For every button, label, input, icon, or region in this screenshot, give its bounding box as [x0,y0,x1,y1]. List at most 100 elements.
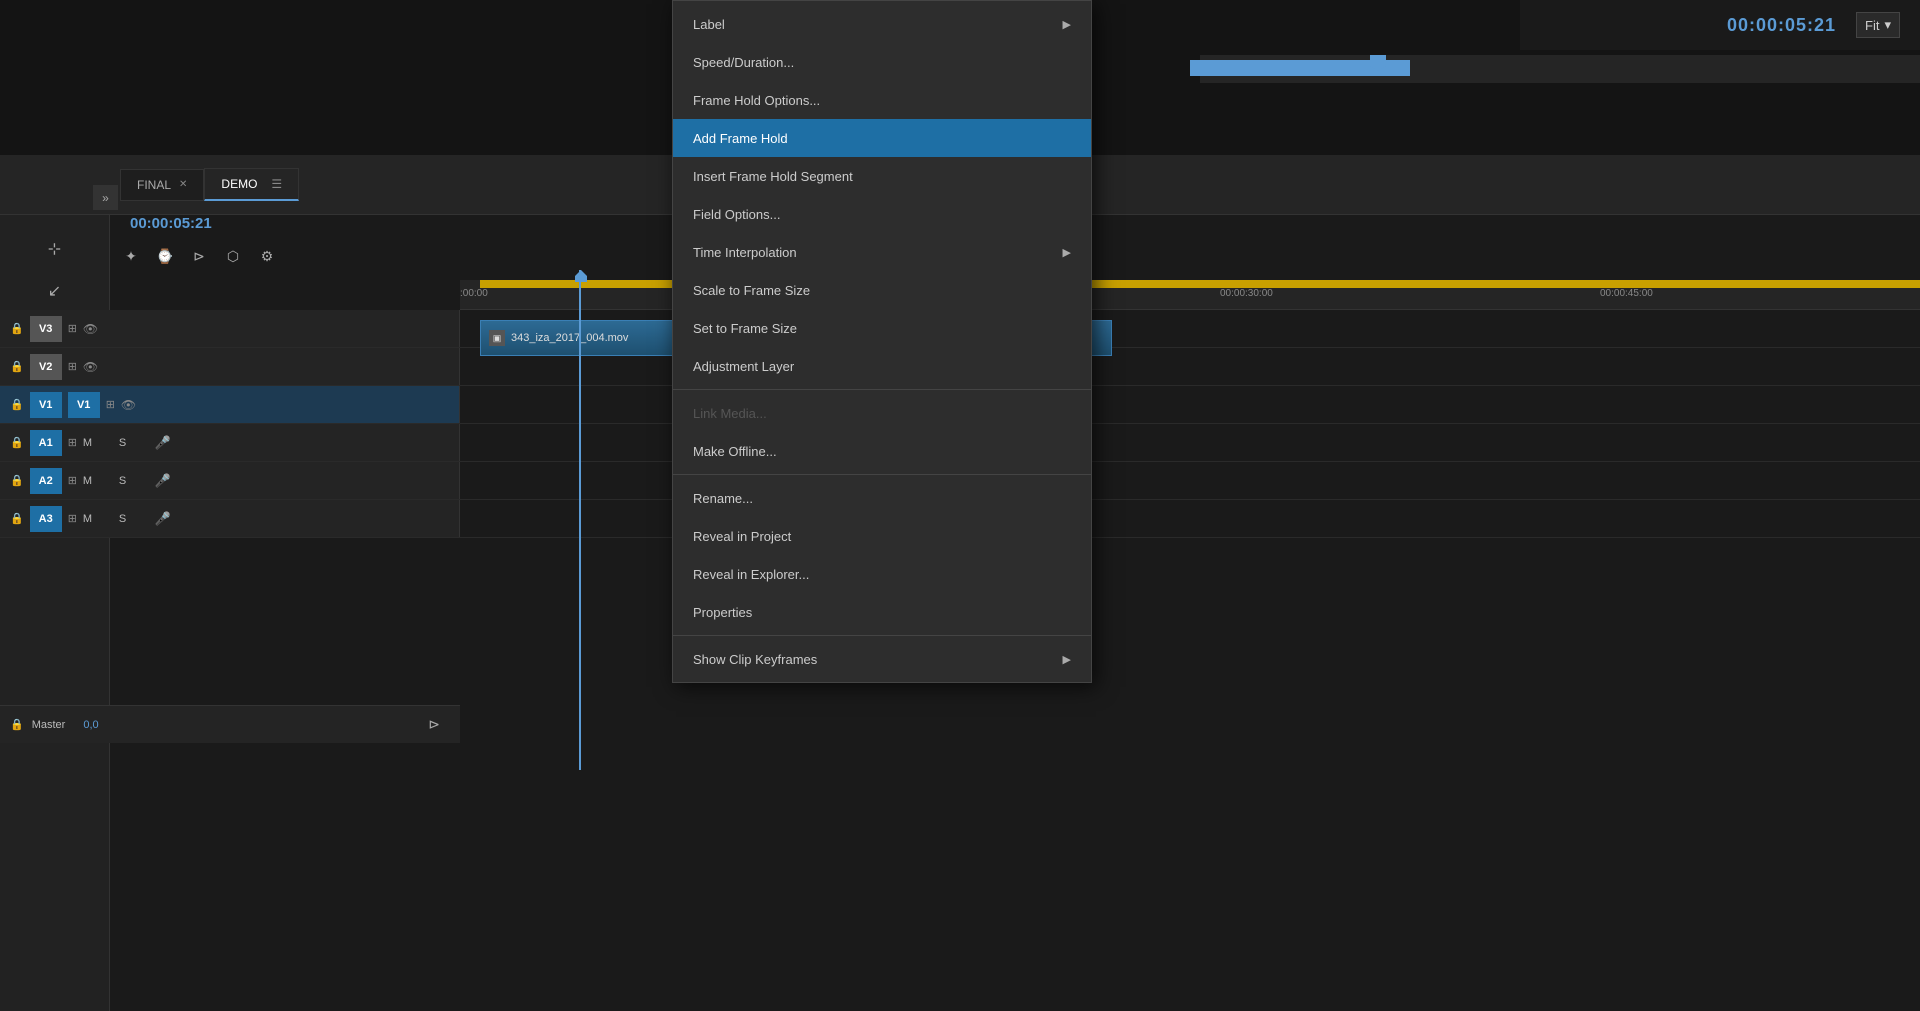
v2-sync-icon[interactable]: ⊞ [68,360,77,373]
main-timecode: 00:00:05:21 [1727,15,1836,36]
v1-eye-icon[interactable]: 👁 [121,398,136,412]
menu-rename-text: Rename... [693,491,753,506]
v2-lock-icon[interactable]: 🔒 [10,360,24,373]
a2-lock-icon[interactable]: 🔒 [10,474,24,487]
ruler-mark-1: :00:00 [460,288,488,299]
v1-sync-icon[interactable]: ⊞ [106,398,115,411]
menu-properties-text: Properties [693,605,752,620]
tool-ripple[interactable]: ↙ [35,271,75,311]
fit-label: Fit [1865,18,1879,33]
v3-track-box[interactable]: V3 [30,316,62,342]
menu-scale-to-frame-text: Scale to Frame Size [693,283,810,298]
a2-s-btn[interactable]: S [119,475,149,487]
menu-set-to-frame-text: Set to Frame Size [693,321,797,336]
timeline-tool-1[interactable]: ✦ [120,245,142,267]
v2-track-box[interactable]: V2 [30,354,62,380]
master-label: Master [32,719,66,731]
chevron-down-icon: ▾ [1884,17,1891,33]
tab-final-close[interactable]: ✕ [179,179,187,190]
timeline-tool-2[interactable]: ⌚ [154,245,176,267]
menu-make-offline-text: Make Offline... [693,444,777,459]
v3-lock-icon[interactable]: 🔒 [10,322,24,335]
timeline-tool-5[interactable]: ⚙ [256,245,278,267]
a1-sync-icon[interactable]: ⊞ [68,436,77,449]
menu-show-keyframes-arrow: ▶ [1063,653,1071,666]
menu-item-reveal-explorer[interactable]: Reveal in Explorer... [673,555,1091,593]
a3-sync-icon[interactable]: ⊞ [68,512,77,525]
v3-eye-icon[interactable]: 👁 [83,322,98,336]
a1-m-btn[interactable]: M [83,437,113,449]
menu-speed-text: Speed/Duration... [693,55,794,70]
tab-container: FINAL ✕ DEMO ☰ [120,168,299,201]
menu-item-adjustment-layer[interactable]: Adjustment Layer [673,347,1091,385]
v1-lock-icon[interactable]: 🔒 [10,398,24,411]
menu-item-time-interpolation[interactable]: Time Interpolation ▶ [673,233,1091,271]
v1-track-box[interactable]: V1 [68,392,100,418]
top-bar: 00:00:05:21 Fit ▾ [1520,0,1920,50]
track-a3-controls: 🔒 A3 ⊞ M S 🎤 [0,500,460,537]
a3-track-box[interactable]: A3 [30,506,62,532]
clip-name: 343_iza_2017_004.mov [511,332,628,344]
a2-track-box[interactable]: A2 [30,468,62,494]
menu-item-reveal-project[interactable]: Reveal in Project [673,517,1091,555]
menu-item-insert-frame-hold[interactable]: Insert Frame Hold Segment [673,157,1091,195]
tab-final[interactable]: FINAL ✕ [120,169,204,201]
menu-label-arrow: ▶ [1063,18,1071,31]
tab-final-label: FINAL [137,178,171,192]
a2-sync-icon[interactable]: ⊞ [68,474,77,487]
a1-track-box[interactable]: A1 [30,430,62,456]
a1-mic-icon[interactable]: 🎤 [155,435,171,451]
master-lock-icon[interactable]: 🔒 [10,718,24,731]
tab-demo-menu-icon[interactable]: ☰ [271,177,282,191]
menu-frame-hold-options-text: Frame Hold Options... [693,93,820,108]
context-menu: Label ▶ Speed/Duration... Frame Hold Opt… [672,0,1092,683]
menu-item-set-to-frame[interactable]: Set to Frame Size [673,309,1091,347]
menu-reveal-project-text: Reveal in Project [693,529,791,544]
menu-item-scale-to-frame[interactable]: Scale to Frame Size [673,271,1091,309]
timeline-tool-4[interactable]: ⬡ [222,245,244,267]
a3-m-btn[interactable]: M [83,513,113,525]
playhead[interactable] [575,270,587,282]
track-a1-controls: 🔒 A1 ⊞ M S 🎤 [0,424,460,461]
a1-lock-icon[interactable]: 🔒 [10,436,24,449]
tab-demo[interactable]: DEMO ☰ [204,168,299,201]
menu-item-properties[interactable]: Properties [673,593,1091,631]
menu-item-show-keyframes[interactable]: Show Clip Keyframes ▶ [673,640,1091,678]
double-chevron-icon: » [102,191,109,205]
menu-item-field-options[interactable]: Field Options... [673,195,1091,233]
menu-item-make-offline[interactable]: Make Offline... [673,432,1091,470]
side-expand-button[interactable]: » [93,185,118,210]
a2-m-btn[interactable]: M [83,475,113,487]
a3-mic-icon[interactable]: 🎤 [155,511,171,527]
menu-item-label[interactable]: Label ▶ [673,5,1091,43]
timeline-timecode: 00:00:05:21 [130,215,212,232]
menu-item-frame-hold-options[interactable]: Frame Hold Options... [673,81,1091,119]
master-value: 0,0 [83,719,98,731]
menu-add-frame-hold-text: Add Frame Hold [693,131,788,146]
fit-dropdown[interactable]: Fit ▾ [1856,12,1900,38]
timeline-toolbar: ✦ ⌚ ⊳ ⬡ ⚙ [120,245,278,267]
track-v3-controls: 🔒 V3 ⊞ 👁 [0,310,460,347]
timeline-tool-3[interactable]: ⊳ [188,245,210,267]
master-row: 🔒 Master 0,0 ⊳ [0,705,460,743]
menu-item-link-media: Link Media... [673,394,1091,432]
menu-field-options-text: Field Options... [693,207,780,222]
menu-label-text: Label [693,17,725,32]
v3-sync-icon[interactable]: ⊞ [68,322,77,335]
tool-track-select[interactable]: ⊹ [35,229,75,269]
v2-eye-icon[interactable]: 👁 [83,360,98,374]
menu-divider-1 [673,389,1091,390]
menu-divider-2 [673,474,1091,475]
tab-demo-label: DEMO [221,177,257,191]
a3-s-btn[interactable]: S [119,513,149,525]
a2-mic-icon[interactable]: 🎤 [155,473,171,489]
menu-item-rename[interactable]: Rename... [673,479,1091,517]
a3-lock-icon[interactable]: 🔒 [10,512,24,525]
menu-item-speed-duration[interactable]: Speed/Duration... [673,43,1091,81]
v1-source-box[interactable]: V1 [30,392,62,418]
menu-insert-frame-hold-text: Insert Frame Hold Segment [693,169,853,184]
menu-item-add-frame-hold[interactable]: Add Frame Hold [673,119,1091,157]
menu-show-keyframes-text: Show Clip Keyframes [693,652,817,667]
master-nav-icon[interactable]: ⊳ [428,716,440,733]
a1-s-btn[interactable]: S [119,437,149,449]
